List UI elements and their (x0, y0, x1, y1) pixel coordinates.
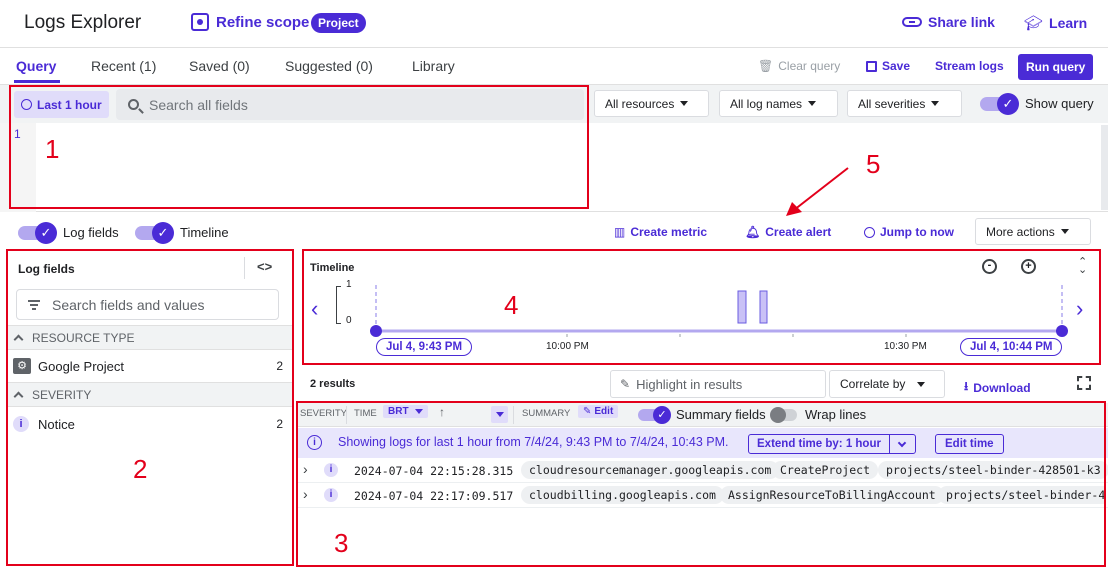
project-badge[interactable]: Project (311, 13, 366, 33)
save-button[interactable]: Save (866, 59, 910, 73)
clear-query-button[interactable]: 🗑︎ Clear query (758, 59, 840, 73)
annotation-box-3 (296, 401, 1106, 567)
scope-icon (191, 13, 209, 31)
annotation-label-1: 1 (45, 134, 60, 164)
share-link-button[interactable]: Share link (902, 14, 995, 30)
trash-icon: 🗑︎ (758, 59, 774, 73)
results-count: 2 results (310, 378, 356, 390)
refine-scope-button[interactable]: Refine scope (191, 13, 309, 31)
more-actions-label: More actions (986, 224, 1055, 239)
chevron-down-icon (1060, 229, 1069, 234)
editor-scrollbar[interactable] (1101, 125, 1108, 210)
save-label: Save (882, 59, 911, 73)
download-label: Download (973, 380, 1031, 395)
share-link-label: Share link (928, 14, 995, 30)
annotation-label-5: 5 (866, 149, 881, 179)
download-icon: ⭳ (964, 379, 969, 393)
timeline-toggle-label: Timeline (180, 225, 229, 240)
tab-recent[interactable]: Recent (1) (91, 58, 156, 74)
save-icon (866, 60, 877, 72)
check-icon: ✓ (997, 92, 1019, 115)
download-button[interactable]: ⭳ Download (964, 377, 1031, 398)
metric-icon: ▥ (614, 225, 626, 239)
chevron-down-icon (931, 101, 940, 106)
create-metric-button[interactable]: ▥ Create metric (614, 225, 707, 239)
show-query-toggle[interactable]: ✓ Show query (980, 92, 1094, 115)
log-names-label: All log names (730, 96, 803, 111)
page-title: Logs Explorer (24, 12, 142, 33)
create-metric-label: Create metric (630, 225, 708, 239)
annotation-box-4 (302, 249, 1101, 365)
annotation-arrow (786, 167, 849, 216)
annotation-label-4: 4 (504, 290, 519, 320)
resources-label: All resources (605, 96, 675, 111)
pencil-icon: ✎ (620, 377, 631, 391)
header-divider (0, 47, 1108, 48)
log-fields-toggle[interactable]: ✓ Log fields (18, 221, 119, 244)
annotation-label-3: 3 (334, 528, 349, 558)
learn-button[interactable]: 🎓︎ Learn (1024, 14, 1087, 32)
correlate-by-label: Correlate by (840, 377, 906, 391)
timeline-toggle[interactable]: ✓ Timeline (135, 221, 229, 244)
severities-dropdown[interactable]: All severities (847, 90, 962, 117)
tab-query-underline (14, 80, 60, 83)
link-icon (902, 17, 922, 27)
annotation-box-2 (6, 249, 294, 566)
annotation-box-1 (9, 85, 589, 209)
learn-label: Learn (1049, 15, 1088, 31)
tab-library[interactable]: Library (412, 58, 455, 74)
severities-label: All severities (858, 96, 926, 111)
highlight-placeholder: Highlight in results (636, 376, 743, 392)
tab-saved[interactable]: Saved (0) (189, 58, 250, 74)
jump-to-now-label: Jump to now (880, 225, 954, 239)
tab-query[interactable]: Query (16, 58, 56, 74)
clock-icon (864, 226, 875, 238)
more-actions-dropdown[interactable]: More actions (975, 218, 1091, 245)
clear-query-label: Clear query (778, 59, 841, 73)
jump-to-now-button[interactable]: Jump to now (864, 225, 954, 239)
check-icon: ✓ (152, 221, 174, 244)
resources-dropdown[interactable]: All resources (594, 90, 709, 117)
check-icon: ✓ (35, 221, 57, 244)
create-alert-label: Create alert (765, 225, 832, 239)
tab-suggested[interactable]: Suggested (0) (285, 58, 373, 74)
stream-logs-button[interactable]: Stream logs (935, 59, 1004, 73)
log-names-dropdown[interactable]: All log names (719, 90, 838, 117)
school-icon: 🎓︎ (1024, 15, 1044, 32)
refine-scope-label: Refine scope (216, 13, 310, 31)
show-query-label: Show query (1025, 96, 1094, 111)
annotation-label-2: 2 (133, 454, 148, 484)
chevron-down-icon (808, 101, 817, 106)
bell-icon: 🔔︎ (745, 225, 761, 239)
chevron-down-icon (917, 381, 926, 387)
chevron-down-icon (680, 101, 689, 106)
correlate-by-dropdown[interactable]: Correlate by (829, 370, 945, 398)
highlight-input[interactable]: ✎ Highlight in results (610, 370, 826, 398)
create-alert-button[interactable]: 🔔︎ Create alert (745, 225, 831, 239)
log-fields-toggle-label: Log fields (63, 225, 119, 240)
run-query-button[interactable]: Run query (1018, 54, 1094, 80)
fullscreen-icon[interactable] (1077, 376, 1091, 390)
